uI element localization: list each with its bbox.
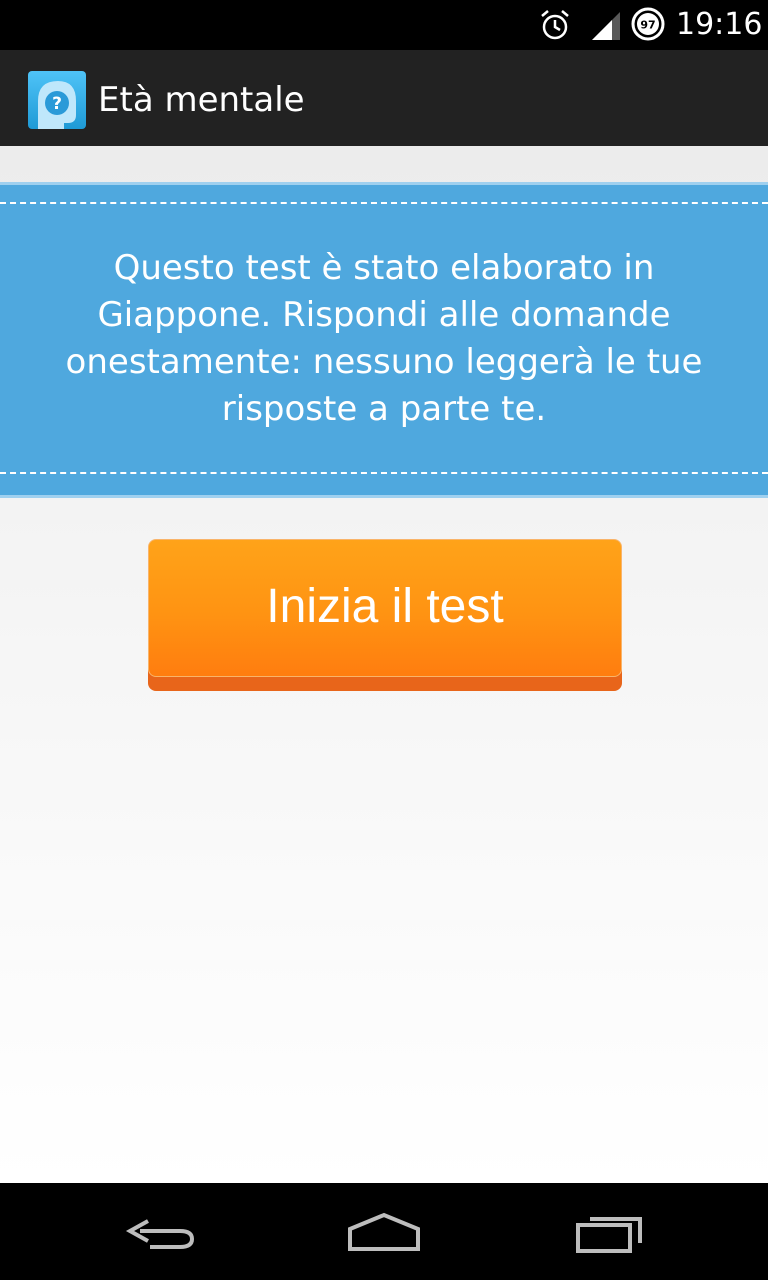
back-icon[interactable] (120, 1205, 200, 1257)
main-content: Questo test è stato elaborato in Giappon… (0, 146, 768, 1183)
start-button-label: Inizia il test (266, 580, 504, 633)
banner-dashed-line-bottom (0, 472, 768, 474)
start-test-button[interactable]: Inizia il test (148, 539, 622, 691)
recents-icon[interactable] (570, 1205, 650, 1257)
home-icon[interactable] (344, 1205, 424, 1257)
alarm-icon (538, 8, 572, 42)
svg-text:?: ? (52, 94, 62, 114)
navigation-bar (0, 1183, 768, 1280)
info-text: Questo test è stato elaborato in Giappon… (65, 248, 703, 429)
info-banner: Questo test è stato elaborato in Giappon… (0, 182, 768, 498)
action-bar: ? Età mentale (0, 50, 768, 146)
battery-level: 97 (640, 19, 655, 32)
app-title: Età mentale (98, 80, 305, 120)
battery-icon: 97 (630, 6, 666, 42)
banner-dashed-line-top (0, 202, 768, 204)
app-face-question-icon[interactable]: ? (28, 71, 86, 129)
status-time: 19:16 (676, 7, 763, 42)
status-bar: 97 19:16 (0, 0, 768, 50)
signal-icon (590, 8, 622, 40)
